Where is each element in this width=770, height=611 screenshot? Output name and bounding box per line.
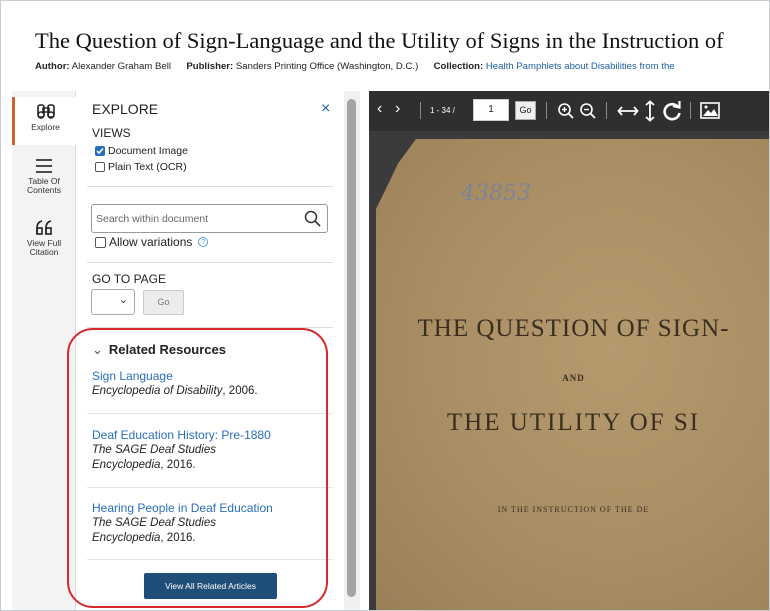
- rotate-icon[interactable]: [662, 100, 682, 122]
- allow-variations-checkbox[interactable]: [95, 236, 106, 248]
- rail-toc-label-2: Contents: [26, 185, 62, 195]
- related-item-citation: The SAGE Deaf Studies Encyclopedia, 2016…: [92, 517, 217, 544]
- app-frame: The Question of Sign-Language and the Ut…: [0, 0, 770, 611]
- explore-panel: EXPLORE × VIEWS Document Image Plain Tex…: [76, 91, 344, 610]
- checkbox-checked[interactable]: [95, 146, 105, 156]
- views-label: VIEWS: [92, 126, 131, 140]
- allow-variations-option[interactable]: Allow variations ?: [95, 235, 209, 249]
- checkbox-unchecked[interactable]: [95, 162, 105, 172]
- scan-title-line-1: THE QUESTION OF SIGN-: [417, 315, 730, 342]
- document-viewer: ‹ › 1 - 34 / 1 Go 43853 THE QUESTION OF …: [369, 91, 769, 610]
- divider: [87, 186, 333, 187]
- related-item: Deaf Education History: Pre-1880 The SAG…: [92, 428, 322, 473]
- view-document-image-option[interactable]: Document Image: [95, 145, 188, 157]
- view-all-related-button[interactable]: View All Related Articles: [144, 573, 277, 599]
- divider: [87, 413, 333, 414]
- image-icon[interactable]: [700, 102, 720, 119]
- list-icon: [36, 159, 52, 173]
- divider: [87, 262, 333, 263]
- allow-variations-label: Allow variations: [109, 235, 193, 249]
- close-icon[interactable]: ×: [321, 100, 330, 118]
- search-input[interactable]: Search within document: [91, 204, 328, 233]
- document-title: The Question of Sign-Language and the Ut…: [35, 28, 724, 53]
- collection-label: Collection:: [433, 61, 484, 72]
- rail-explore[interactable]: Explore: [12, 97, 76, 145]
- author-value: Alexander Graham Bell: [71, 61, 171, 72]
- toolbar-separator: [690, 102, 691, 119]
- related-item-link[interactable]: Sign Language: [92, 369, 322, 384]
- related-resources-toggle[interactable]: ⌄ Related Resources: [92, 342, 226, 358]
- rail-explore-label: Explore: [31, 122, 60, 132]
- scan-title-line-3: THE UTILITY OF SI: [446, 409, 701, 436]
- side-rail: Explore Table Of Contents View Full Cita…: [12, 91, 76, 610]
- related-item-citation: The SAGE Deaf Studies Encyclopedia, 2016…: [92, 444, 217, 471]
- related-item: Sign Language Encyclopedia of Disability…: [92, 369, 322, 399]
- related-item: Hearing People in Deaf Education The SAG…: [92, 501, 322, 546]
- toolbar-separator: [420, 102, 421, 119]
- rail-view-citation[interactable]: View Full Citation: [12, 219, 76, 257]
- related-item-link[interactable]: Deaf Education History: Pre-1880: [92, 428, 322, 443]
- library-stamp: 43853: [461, 181, 531, 206]
- divider: [87, 487, 333, 488]
- scan-title-line-4: IN THE INSTRUCTION OF THE DE: [497, 505, 650, 514]
- view-document-image-label: Document Image: [108, 145, 188, 157]
- chevron-down-icon: ⌄: [118, 294, 128, 306]
- view-plain-text-option[interactable]: Plain Text (OCR): [95, 161, 187, 173]
- zoom-in-icon[interactable]: [557, 102, 575, 120]
- collection-link[interactable]: Health Pamphlets about Disabilities from…: [486, 61, 675, 72]
- search-placeholder: Search within document: [96, 213, 209, 225]
- checkmark-icon: [96, 148, 104, 155]
- divider: [87, 559, 333, 560]
- page-select[interactable]: ⌄: [91, 289, 135, 315]
- scan-title-line-2: AND: [562, 373, 585, 383]
- previous-page-icon[interactable]: ‹: [377, 100, 382, 118]
- viewer-toolbar: ‹ › 1 - 34 / 1 Go: [369, 91, 769, 131]
- go-to-page-label: GO TO PAGE: [92, 272, 167, 286]
- toolbar-separator: [606, 102, 607, 119]
- toolbar-separator: [546, 102, 547, 119]
- scrollbar-thumb[interactable]: [347, 99, 356, 597]
- search-icon[interactable]: [304, 210, 321, 227]
- publisher-label: Publisher:: [186, 61, 234, 72]
- related-item-citation: Encyclopedia of Disability, 2006.: [92, 385, 258, 397]
- next-page-icon[interactable]: ›: [395, 100, 400, 118]
- document-metadata: Author: Alexander Graham Bell Publisher:…: [35, 61, 675, 72]
- fit-width-icon[interactable]: [617, 103, 639, 119]
- zoom-out-icon[interactable]: [579, 102, 597, 120]
- author-label: Author:: [35, 61, 70, 72]
- quote-icon: [36, 220, 52, 235]
- page-count: 1 - 34 /: [430, 106, 455, 115]
- help-icon[interactable]: ?: [198, 237, 209, 247]
- page-number-input[interactable]: 1: [473, 99, 509, 121]
- related-resources-title: Related Resources: [108, 342, 226, 357]
- divider: [87, 327, 333, 328]
- fit-height-icon[interactable]: [644, 100, 656, 122]
- chevron-down-icon: ⌄: [92, 342, 103, 357]
- rail-citation-label-2: Citation: [29, 247, 59, 257]
- go-to-page-button[interactable]: Go: [143, 290, 184, 315]
- view-plain-text-label: Plain Text (OCR): [108, 161, 187, 173]
- related-item-link[interactable]: Hearing People in Deaf Education: [92, 501, 322, 516]
- document-page-image: 43853 THE QUESTION OF SIGN- AND THE UTIL…: [376, 139, 769, 610]
- viewer-go-button[interactable]: Go: [515, 101, 536, 120]
- publisher-value: Sanders Printing Office (Washington, D.C…: [235, 61, 419, 72]
- binoculars-icon: [36, 104, 55, 119]
- explore-title: EXPLORE: [92, 101, 159, 117]
- rail-table-of-contents[interactable]: Table Of Contents: [12, 157, 76, 195]
